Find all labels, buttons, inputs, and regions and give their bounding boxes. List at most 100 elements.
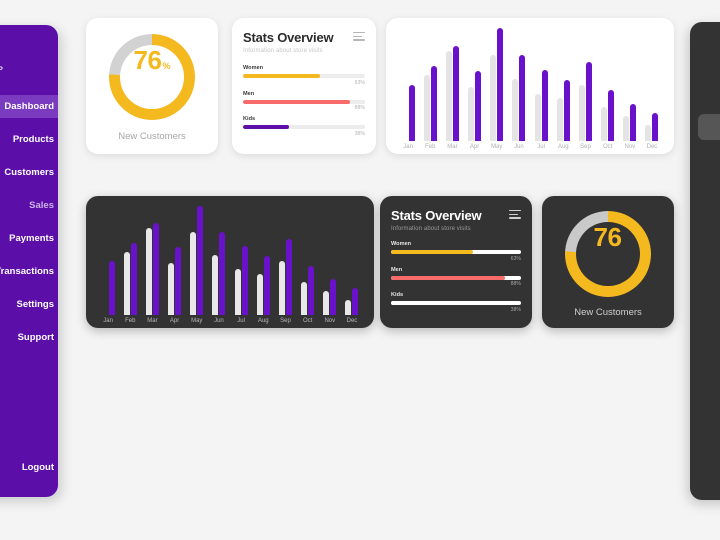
chart-bar-previous xyxy=(212,255,219,315)
stats-row-track xyxy=(391,275,521,280)
chart-bar-previous xyxy=(145,227,152,315)
chart-bar-current xyxy=(652,112,659,141)
chart-x-tick: Feb xyxy=(425,144,436,150)
sidebar-item-sales[interactable]: Sales xyxy=(0,194,58,217)
chart-plot-area xyxy=(94,206,366,315)
brand: SHOP xyxy=(0,25,58,87)
card-monthly-chart-light: Jan Feb Mar Apr May Jun Jul Aug Sep Oct Nov Dec xyxy=(386,18,674,154)
chart-x-tick: May xyxy=(491,144,503,150)
card-monthly-chart-dark: Jan Feb Mar Apr May Jun Jul Aug Sep Oct Nov Dec xyxy=(86,196,374,328)
stats-title: Stats Overview xyxy=(243,30,334,45)
sidebar-item-payments[interactable]: Payments xyxy=(0,227,58,250)
sidebar-item-customers[interactable]: Customers xyxy=(0,161,58,184)
donut-caption: New Customers xyxy=(118,131,186,142)
sidebar-item-settings[interactable]: Settings xyxy=(0,293,58,316)
chart-bar-previous xyxy=(645,125,652,141)
chart-bar-current xyxy=(108,260,115,315)
brand-name: SHOP xyxy=(0,67,4,73)
chart-bar-current xyxy=(219,232,226,315)
stats-row-kids: Kids 38% xyxy=(243,116,365,137)
stats-row-track xyxy=(243,74,365,78)
chart-bar-group xyxy=(530,28,552,141)
sidebar-purple: SHOP Dashboard Products Customers Sales … xyxy=(0,25,58,497)
sidebar-item-transactions[interactable]: Transactions xyxy=(0,260,58,283)
sidebar-dark-active-item[interactable] xyxy=(698,114,720,140)
chart-x-tick: Sep xyxy=(580,144,591,150)
stats-row-fill xyxy=(243,125,290,129)
chart-bar-current xyxy=(519,55,526,141)
chart-bar-previous xyxy=(601,107,608,141)
stats-row-fill xyxy=(243,74,320,78)
chart-bar-group xyxy=(119,206,141,315)
chart-bar-group xyxy=(464,28,486,141)
sidebar-item-support[interactable]: Support xyxy=(0,326,58,349)
chart-x-tick: Feb xyxy=(125,318,136,324)
sidebar-item-dashboard[interactable]: Dashboard xyxy=(0,95,58,118)
chart-bar-previous xyxy=(578,84,585,141)
chart-bar-group xyxy=(508,28,530,141)
chart-x-tick: Mar xyxy=(447,144,458,150)
chart-bar-current xyxy=(352,287,359,315)
chart-bar-previous xyxy=(323,291,330,315)
chart-x-tick: Mar xyxy=(147,318,158,324)
chart-x-tick: Dec xyxy=(346,318,358,324)
chart-bar-current xyxy=(175,247,182,315)
chart-bar-group xyxy=(574,28,596,141)
chart-bar-current xyxy=(475,70,482,141)
chart-bar-current xyxy=(130,243,137,315)
card-new-customers-light: 76 % New Customers xyxy=(86,18,218,154)
sidebar-dark xyxy=(690,22,720,500)
stats-row-kids: Kids 38% xyxy=(391,292,521,313)
chart-bar-current xyxy=(285,238,292,315)
stats-row-fill xyxy=(243,99,351,104)
chart-x-axis: Jan Feb Mar Apr May Jun Jul Aug Sep Oct Nov Dec xyxy=(394,141,666,150)
chart-x-tick: Aug xyxy=(557,144,569,150)
card-stats-overview-light: Stats Overview Information about store v… xyxy=(232,18,376,154)
stats-row-track xyxy=(243,125,365,129)
sidebar-item-logout[interactable]: Logout xyxy=(0,462,58,497)
chart-bar-group xyxy=(619,28,641,141)
chart-bar-previous xyxy=(623,116,630,141)
stats-row-track xyxy=(391,250,521,254)
sidebar-item-label: Products xyxy=(12,134,54,145)
chart-bar-current xyxy=(497,28,504,141)
chart-bar-group xyxy=(641,28,663,141)
chart-bar-group xyxy=(186,206,208,315)
chart-bar-group xyxy=(319,206,341,315)
chart-bar-group xyxy=(274,206,296,315)
stats-row-percent: 63% xyxy=(510,255,521,262)
stats-row-men: Men 88% xyxy=(391,267,521,287)
chart-bar-group xyxy=(208,206,230,315)
sidebar-item-label: Settings xyxy=(16,299,54,310)
chart-bar-current xyxy=(197,206,204,315)
stats-row-label: Women xyxy=(391,241,412,247)
chart-bar-previous xyxy=(512,78,519,141)
chart-bar-group xyxy=(252,206,274,315)
stats-row-women: Women 63% xyxy=(243,65,365,86)
chart-bar-previous xyxy=(534,93,541,141)
chart-x-tick: Jun xyxy=(514,144,524,150)
chart-x-tick: Jul xyxy=(537,144,545,150)
sidebar-item-label: Logout xyxy=(21,462,54,473)
chart-x-tick: May xyxy=(191,318,203,324)
sidebar-item-label: Transactions xyxy=(0,266,54,277)
donut-caption: New Customers xyxy=(574,306,642,318)
chart-bar-current xyxy=(308,265,315,315)
sidebar-item-label: Support xyxy=(17,332,54,343)
chart-x-tick: Oct xyxy=(302,318,313,324)
chart-bar-group xyxy=(230,206,252,315)
stats-row-percent: 88% xyxy=(510,281,521,287)
stats-row-percent: 88% xyxy=(354,105,365,111)
chart-bar-previous xyxy=(168,262,175,315)
sidebar-item-products[interactable]: Products xyxy=(0,128,58,151)
filter-sliders-icon[interactable] xyxy=(509,210,521,220)
stats-row-women: Women 63% xyxy=(391,241,521,262)
stats-bar-list: Women 63% Men 88% Kids 38% xyxy=(243,65,365,137)
chart-bar-current xyxy=(241,246,248,315)
chart-bar-group xyxy=(552,28,574,141)
filter-sliders-icon[interactable] xyxy=(353,32,365,42)
chart-x-tick: Sep xyxy=(280,318,291,324)
stats-row-fill xyxy=(391,301,441,305)
stats-row-track xyxy=(243,99,365,104)
chart-bar-current xyxy=(263,256,270,315)
